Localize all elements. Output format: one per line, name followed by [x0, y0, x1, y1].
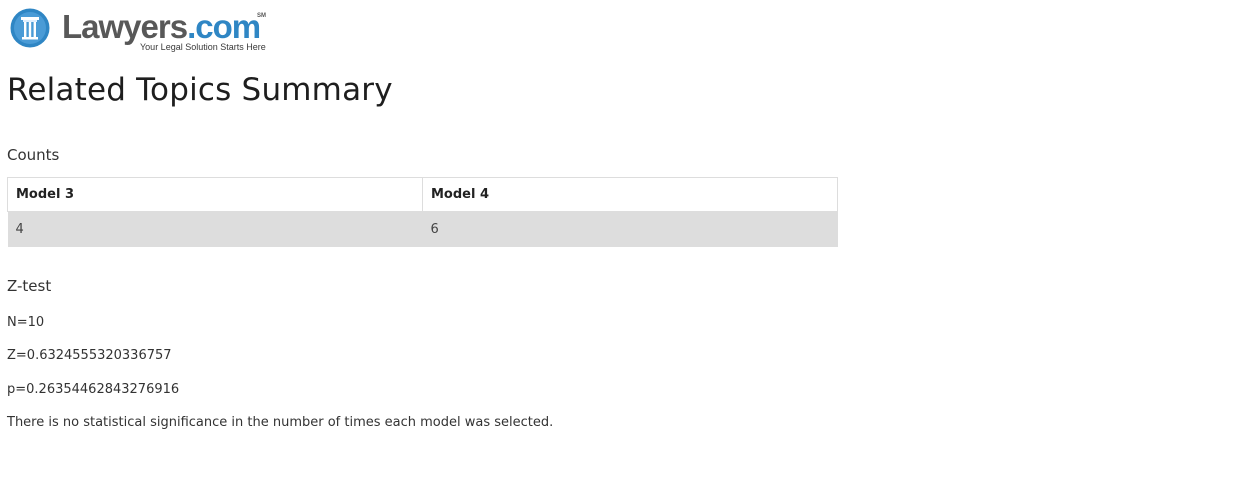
logo-tagline: Your Legal Solution Starts Here: [140, 42, 266, 52]
p-value-line: p=0.26354462843276916: [7, 382, 180, 397]
counts-table: Model 3 Model 4 4 6: [7, 177, 838, 247]
table-header-row: Model 3 Model 4: [7, 177, 838, 212]
counts-heading: Counts: [7, 146, 60, 164]
z-score-line: Z=0.6324555320336757: [7, 348, 172, 363]
sample-size-line: N=10: [7, 315, 45, 330]
column-header-model-4: Model 4: [422, 177, 838, 212]
page-title: Related Topics Summary: [7, 72, 393, 108]
logo-wordmark: Lawyers.com: [62, 7, 261, 47]
courthouse-column-icon: [10, 8, 50, 48]
ztest-heading: Z-test: [7, 277, 52, 295]
table-row: 4 6: [7, 211, 838, 247]
logo-brand-name: Lawyers: [62, 8, 188, 45]
site-logo[interactable]: Lawyers.com SM Your Legal Solution Start…: [10, 8, 290, 54]
column-header-model-3: Model 3: [7, 177, 423, 212]
count-model-4: 6: [422, 211, 838, 247]
logo-brand-tld: .com: [187, 8, 261, 45]
conclusion-text: There is no statistical significance in …: [7, 415, 554, 430]
count-model-3: 4: [7, 211, 423, 247]
service-mark: SM: [257, 13, 266, 19]
